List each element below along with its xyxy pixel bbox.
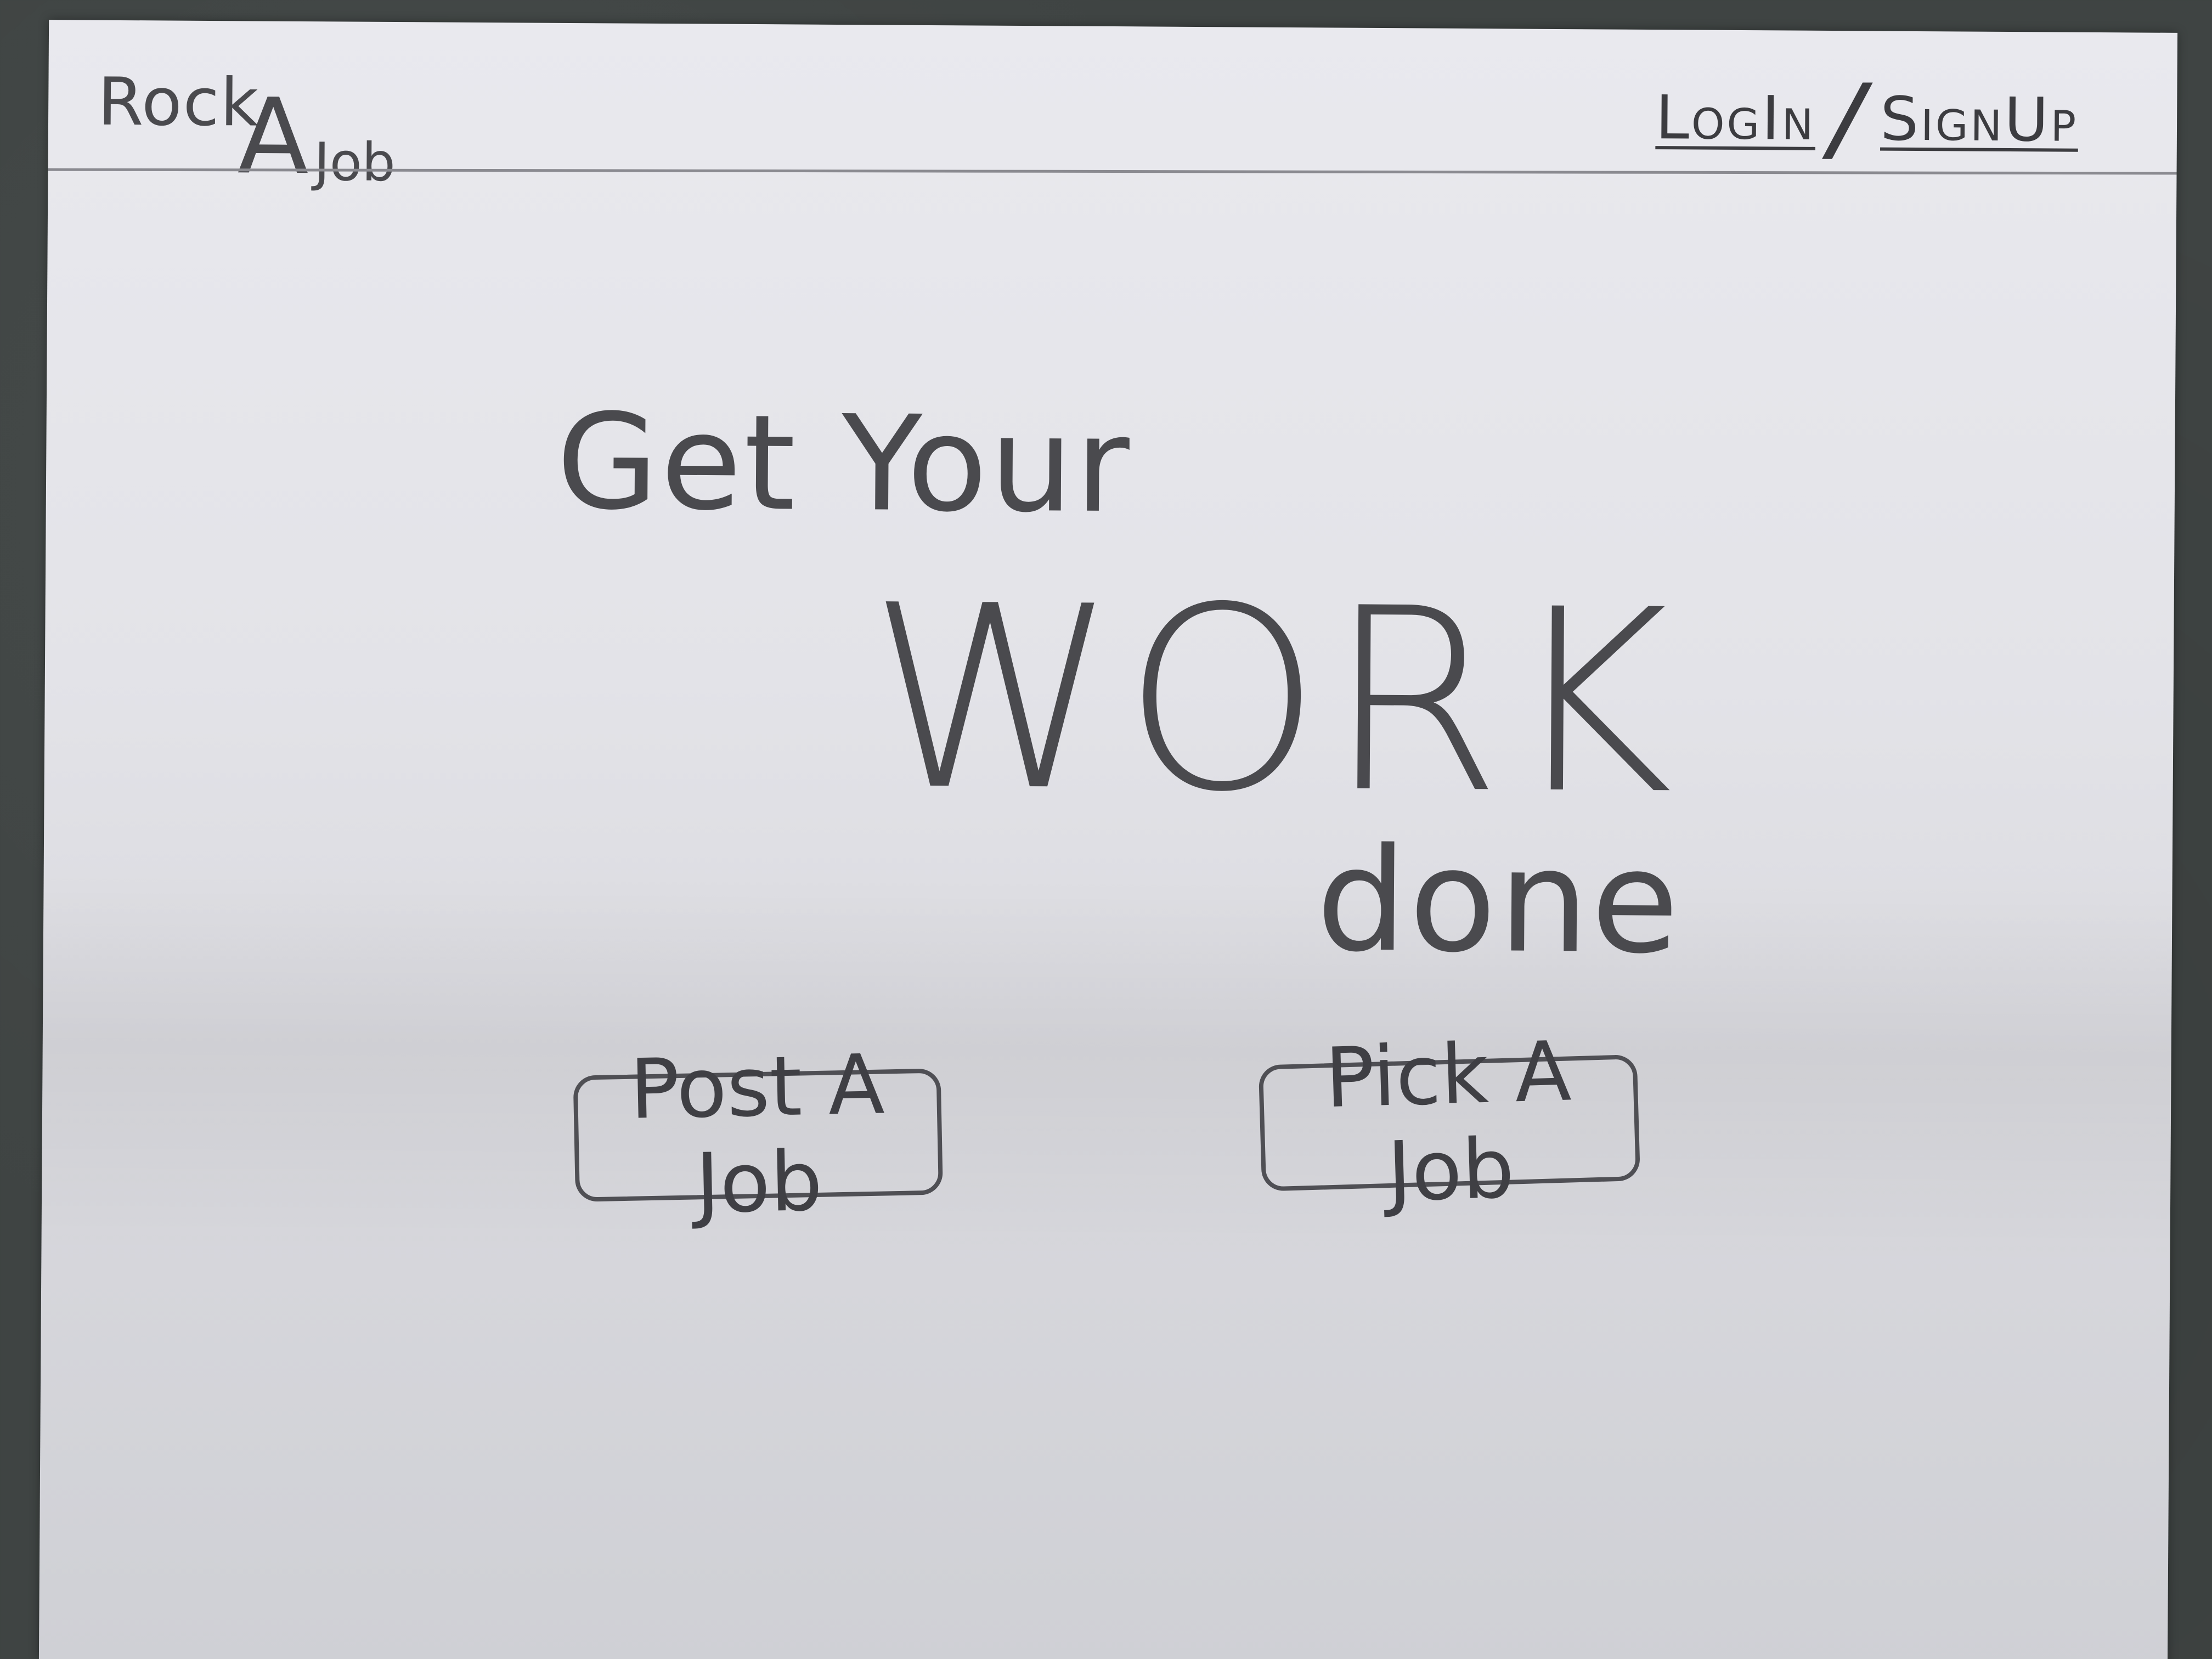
hero-line-work: WORK — [867, 551, 1680, 850]
wireframe-page: Rock A Job LogIn / SignUp Get Your WORK … — [38, 20, 2178, 1659]
auth-links: LogIn / SignUp — [1655, 63, 2079, 175]
logo-word-job: Job — [314, 131, 396, 194]
login-link[interactable]: LogIn — [1655, 82, 1815, 154]
post-a-job-button[interactable]: Post A Job — [573, 1037, 944, 1232]
logo-letter-a: A — [237, 76, 309, 198]
paper-shadow — [41, 870, 2172, 1267]
auth-separator: / — [1819, 64, 1877, 173]
pick-a-job-button[interactable]: Pick A Job — [1258, 1024, 1641, 1220]
signup-link[interactable]: SignUp — [1880, 84, 2079, 155]
hero-line-done: done — [1316, 817, 1682, 986]
hero-line-get-your: Get Your — [556, 385, 1132, 543]
logo-word-rock: Rock — [97, 64, 260, 142]
site-logo[interactable]: Rock A Job — [97, 59, 427, 198]
